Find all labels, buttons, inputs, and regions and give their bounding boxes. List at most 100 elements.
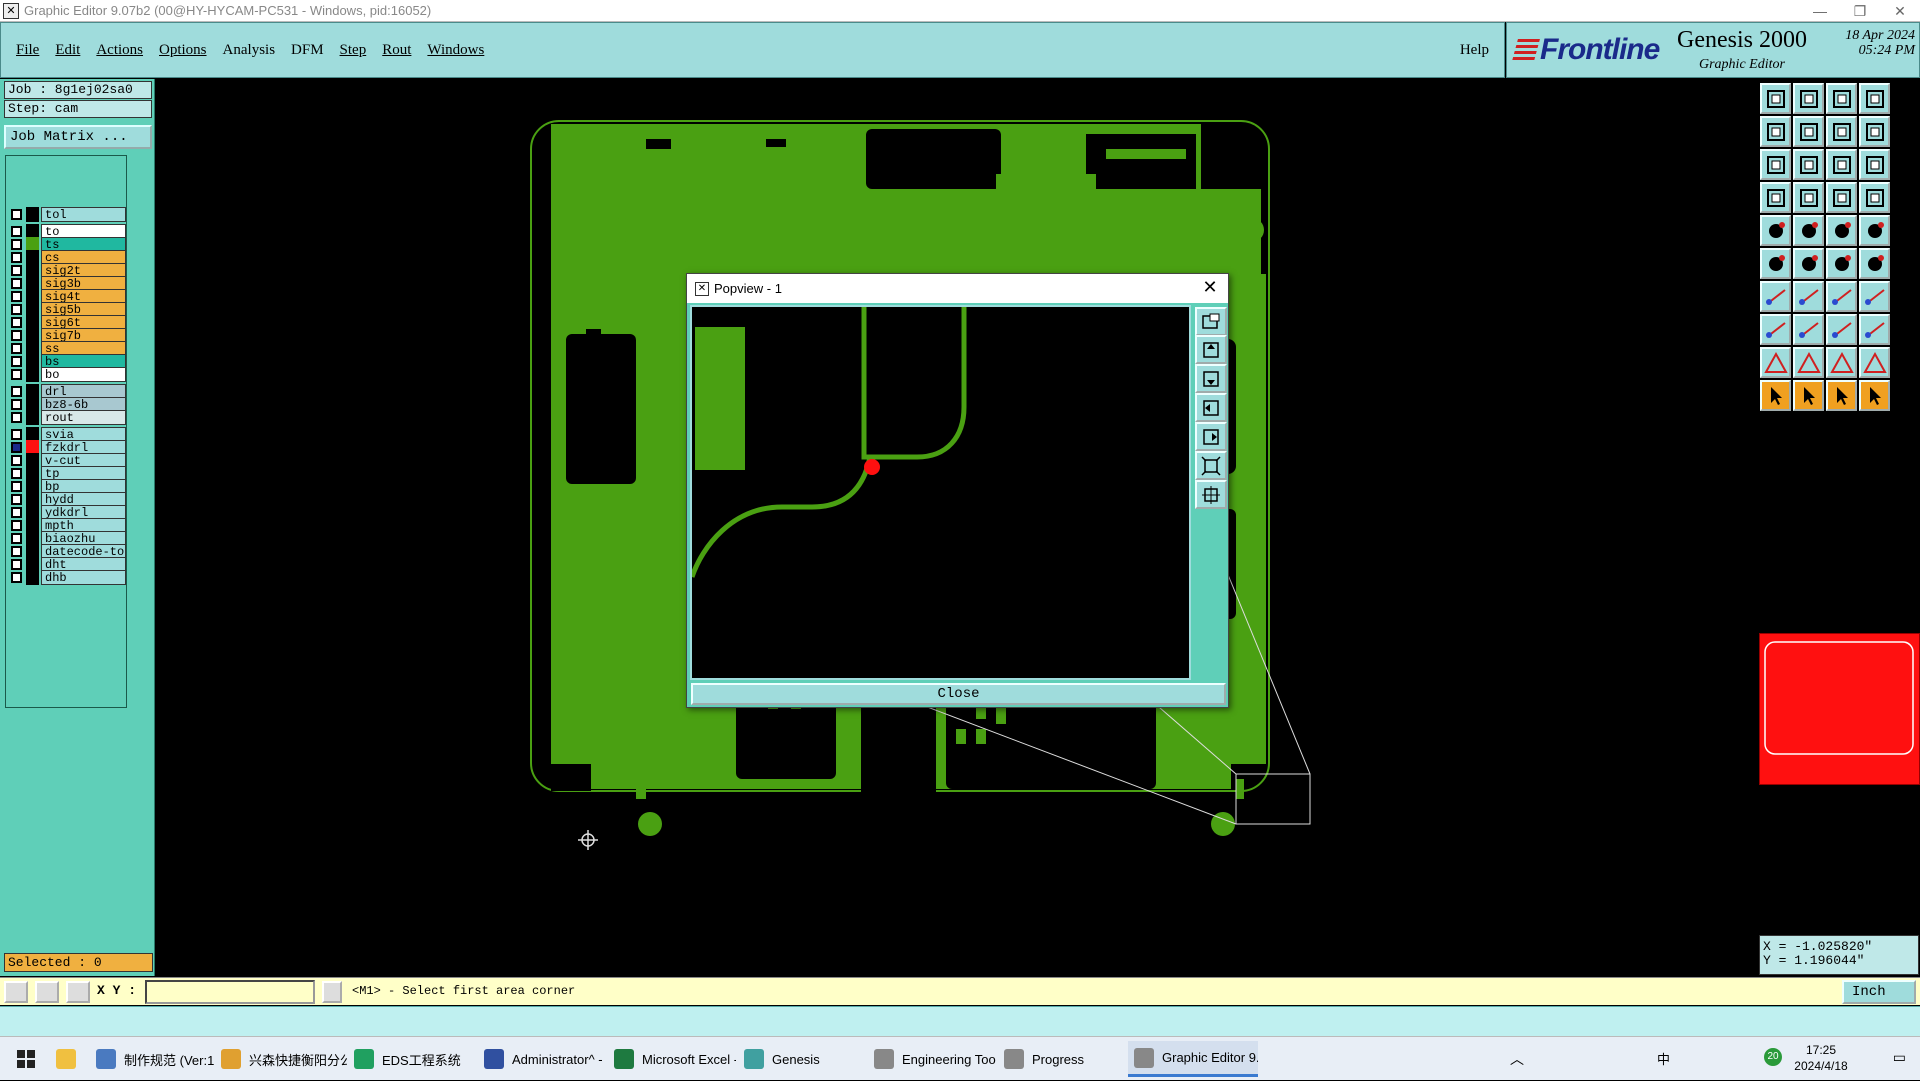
taskbar-item[interactable]: Administrator^ - ... xyxy=(478,1041,606,1077)
close-window-button[interactable]: ✕ xyxy=(1880,0,1920,22)
menu-step[interactable]: Step xyxy=(340,42,367,59)
notification-badge[interactable]: 20 xyxy=(1764,1048,1782,1066)
layer-checkbox[interactable] xyxy=(11,252,22,263)
layer-checkbox[interactable] xyxy=(11,330,22,341)
layer-checkbox[interactable] xyxy=(11,572,22,583)
start-button[interactable] xyxy=(10,1041,50,1077)
layer-checkbox[interactable] xyxy=(11,494,22,505)
measure-mode-icon[interactable] xyxy=(35,981,59,1003)
poly-icon[interactable] xyxy=(1859,314,1890,345)
layer-checkbox[interactable] xyxy=(11,226,22,237)
layer-checkbox[interactable] xyxy=(11,429,22,440)
restore-button[interactable]: ❐ xyxy=(1840,0,1880,22)
layer-checkbox[interactable] xyxy=(11,343,22,354)
popview-zoom-window-icon[interactable] xyxy=(1195,307,1227,336)
popview-pan-up-icon[interactable] xyxy=(1195,335,1227,364)
menu-analysis[interactable]: Analysis xyxy=(223,42,276,59)
copy-icon[interactable] xyxy=(1793,116,1824,147)
minimize-button[interactable]: — xyxy=(1800,0,1840,22)
menu-windows[interactable]: Windows xyxy=(427,42,484,59)
layer-checkbox[interactable] xyxy=(11,291,22,302)
popview-close-button[interactable]: Close xyxy=(691,683,1226,705)
layer-checkbox[interactable] xyxy=(11,386,22,397)
split-view-icon[interactable] xyxy=(1859,83,1890,114)
taskbar-item[interactable]: 制作规范 (Ver:1.0.6) xyxy=(90,1041,214,1077)
load-icon[interactable] xyxy=(1793,83,1824,114)
taskbar-item[interactable]: 兴森快捷衡阳分公... xyxy=(215,1041,347,1077)
slash-icon[interactable] xyxy=(1793,281,1824,312)
dash-icon[interactable] xyxy=(1793,314,1824,345)
select-multi-icon[interactable] xyxy=(1859,380,1890,411)
menu-actions[interactable]: Actions xyxy=(96,42,143,59)
help-icon[interactable] xyxy=(1859,149,1890,180)
layer-checkbox[interactable] xyxy=(11,265,22,276)
snap-mode-icon[interactable] xyxy=(4,981,28,1003)
layer-checkbox[interactable] xyxy=(11,369,22,380)
menu-options[interactable]: Options xyxy=(159,42,207,59)
arc-icon[interactable] xyxy=(1826,281,1857,312)
layer-row-tol[interactable]: tol xyxy=(8,207,126,222)
ime-indicator[interactable]: 中 xyxy=(1657,1049,1670,1068)
layer-checkbox[interactable] xyxy=(11,468,22,479)
net-icon[interactable] xyxy=(1760,248,1791,279)
taskbar-item[interactable]: Progress xyxy=(998,1041,1126,1077)
popview-canvas[interactable] xyxy=(689,305,1191,680)
menu-file[interactable]: File xyxy=(16,42,39,59)
resize-icon[interactable] xyxy=(1826,314,1857,345)
taskbar-item[interactable]: Genesis xyxy=(738,1041,866,1077)
layer-red-icon[interactable] xyxy=(1826,182,1857,213)
select-icon[interactable] xyxy=(1760,380,1791,411)
connect-icon[interactable] xyxy=(1826,248,1857,279)
layer-checkbox[interactable] xyxy=(11,559,22,570)
file-explorer-button[interactable] xyxy=(50,1041,90,1077)
grid-icon[interactable] xyxy=(1793,182,1824,213)
taskbar-item[interactable]: EDS工程系统 xyxy=(348,1041,476,1077)
menu-edit[interactable]: Edit xyxy=(55,42,80,59)
tray-expand-icon[interactable]: ︿ xyxy=(1510,1049,1524,1069)
save-icon[interactable] xyxy=(1760,83,1791,114)
popview-zoom-out-icon[interactable] xyxy=(1195,451,1227,480)
job-matrix-button[interactable]: Job Matrix ... xyxy=(4,125,152,149)
popview-pan-left-icon[interactable] xyxy=(1195,393,1227,422)
layer-checkbox[interactable] xyxy=(11,507,22,518)
info-icon[interactable] xyxy=(322,981,342,1003)
home-icon[interactable] xyxy=(1826,83,1857,114)
overview-minimap[interactable] xyxy=(1759,633,1920,785)
move-icon[interactable] xyxy=(1760,116,1791,147)
pan-icon[interactable] xyxy=(1793,149,1824,180)
unit-selector[interactable]: Inch xyxy=(1842,980,1916,1004)
popview-fit-icon[interactable] xyxy=(1195,480,1227,509)
layer-row-rout[interactable]: rout xyxy=(8,410,126,425)
grid-mode-icon[interactable] xyxy=(66,981,90,1003)
layer-checkbox[interactable] xyxy=(11,399,22,410)
split-icon[interactable] xyxy=(1859,281,1890,312)
layer-checkbox[interactable] xyxy=(11,239,22,250)
text-c-icon[interactable] xyxy=(1859,347,1890,378)
menu-help[interactable]: Help xyxy=(1460,42,1489,59)
step-icon[interactable] xyxy=(1859,116,1890,147)
scale-icon[interactable] xyxy=(1826,149,1857,180)
layer-checkbox[interactable] xyxy=(11,481,22,492)
pad-icon[interactable] xyxy=(1760,215,1791,246)
layer-checkbox[interactable] xyxy=(11,442,22,453)
layer-checkbox[interactable] xyxy=(11,278,22,289)
taskbar-item[interactable]: Microsoft Excel - ... xyxy=(608,1041,736,1077)
circle-icon[interactable] xyxy=(1859,215,1890,246)
snap-icon[interactable] xyxy=(1760,182,1791,213)
layer-red-2-icon[interactable] xyxy=(1859,182,1890,213)
mirror-icon[interactable] xyxy=(1826,116,1857,147)
draw-icon[interactable] xyxy=(1793,215,1824,246)
taskbar-item[interactable]: Engineering Tool... xyxy=(868,1041,996,1077)
line-icon[interactable] xyxy=(1760,281,1791,312)
select-net-icon[interactable] xyxy=(1826,380,1857,411)
link-icon[interactable] xyxy=(1859,248,1890,279)
layer-checkbox[interactable] xyxy=(11,356,22,367)
popview-close-icon[interactable]: ✕ xyxy=(1198,277,1222,298)
cross-icon[interactable] xyxy=(1793,248,1824,279)
select-area-icon[interactable] xyxy=(1793,380,1824,411)
popview-pan-right-icon[interactable] xyxy=(1195,422,1227,451)
menu-rout[interactable]: Rout xyxy=(382,42,411,59)
layer-row-bo[interactable]: bo xyxy=(8,367,126,382)
layer-checkbox[interactable] xyxy=(11,412,22,423)
add-pad-icon[interactable] xyxy=(1760,314,1791,345)
